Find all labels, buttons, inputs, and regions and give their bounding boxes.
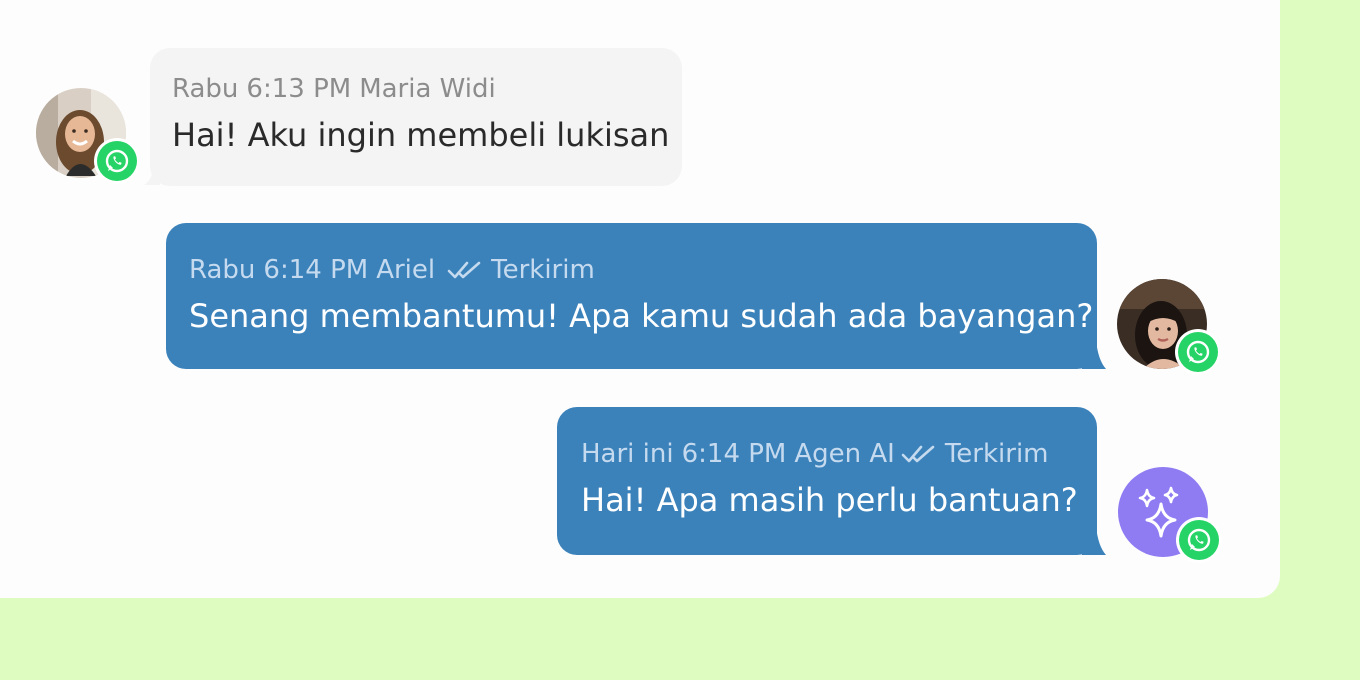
message-day: Rabu: [172, 74, 239, 104]
message-sender: Maria Widi: [359, 74, 496, 104]
message-text: Hai! Apa masih perlu bantuan?: [581, 481, 1078, 519]
whatsapp-badge: [1175, 329, 1221, 375]
message-day: Hari ini: [581, 439, 674, 469]
incoming-message-bubble[interactable]: Rabu 6:13 PM Maria Widi Hai! Aku ingin m…: [150, 48, 682, 186]
whatsapp-badge: [1176, 517, 1222, 563]
whatsapp-badge: [94, 138, 140, 184]
whatsapp-icon: [1187, 528, 1211, 552]
message-time: 6:14 PM: [263, 255, 369, 285]
message-meta: Rabu 6:14 PM Ariel Terkirim: [189, 255, 1073, 285]
agent-avatar[interactable]: [1117, 279, 1221, 375]
message-text: Senang membantumu! Apa kamu sudah ada ba…: [189, 297, 1094, 335]
message-sender: Ariel: [376, 255, 436, 285]
message-text: Hai! Aku ingin membeli lukisan: [172, 116, 670, 154]
message-day: Rabu: [189, 255, 256, 285]
chat-panel: Rabu 6:13 PM Maria Widi Hai! Aku ingin m…: [0, 0, 1280, 598]
double-check-icon: [447, 261, 481, 279]
outgoing-message-bubble[interactable]: Hari ini 6:14 PM Agen AI Terkirim Hai! A…: [557, 407, 1097, 555]
bubble-tail: [1082, 526, 1106, 555]
bubble-tail: [1082, 340, 1106, 369]
message-time: 6:14 PM: [681, 439, 787, 469]
whatsapp-icon: [105, 149, 129, 173]
message-meta: Rabu 6:13 PM Maria Widi: [172, 74, 660, 104]
outgoing-message-bubble[interactable]: Rabu 6:14 PM Ariel Terkirim Senang memba…: [166, 223, 1097, 369]
message-status: Terkirim: [944, 439, 1049, 469]
whatsapp-icon: [1186, 340, 1210, 364]
double-check-icon: [901, 445, 935, 463]
ai-agent-avatar[interactable]: [1118, 467, 1222, 563]
message-status: Terkirim: [491, 255, 595, 285]
message-sender: Agen AI: [794, 439, 895, 469]
sender-avatar[interactable]: [36, 88, 140, 184]
message-time: 6:13 PM: [246, 74, 352, 104]
message-meta: Hari ini 6:14 PM Agen AI Terkirim: [581, 439, 1073, 469]
